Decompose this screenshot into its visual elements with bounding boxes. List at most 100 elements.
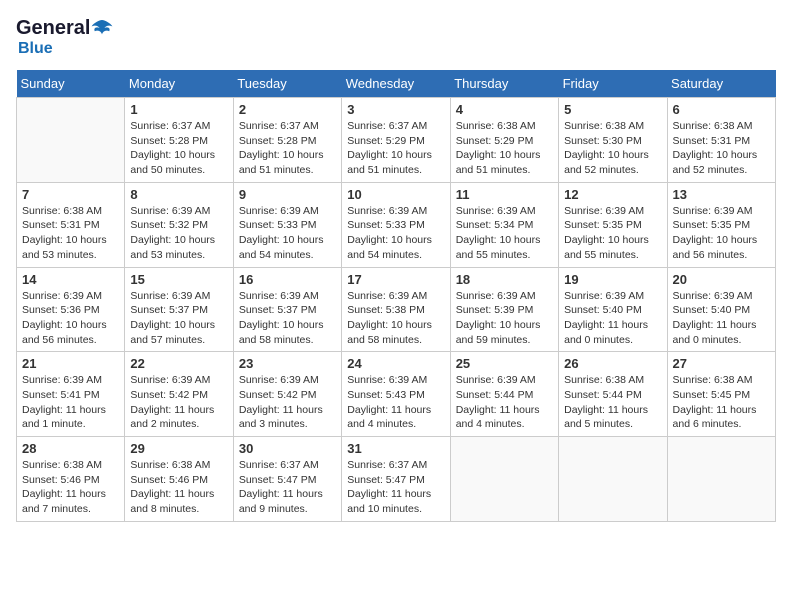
table-row bbox=[667, 437, 775, 522]
day-info: Sunrise: 6:37 AMSunset: 5:47 PMDaylight:… bbox=[347, 458, 444, 517]
table-row: 12 Sunrise: 6:39 AMSunset: 5:35 PMDayligh… bbox=[559, 182, 667, 267]
col-friday: Friday bbox=[559, 70, 667, 98]
day-info: Sunrise: 6:38 AMSunset: 5:46 PMDaylight:… bbox=[22, 458, 119, 517]
day-info: Sunrise: 6:38 AMSunset: 5:45 PMDaylight:… bbox=[673, 373, 770, 432]
day-number: 5 bbox=[564, 102, 661, 117]
table-row: 10 Sunrise: 6:39 AMSunset: 5:33 PMDayligh… bbox=[342, 182, 450, 267]
calendar-week-0: 1 Sunrise: 6:37 AMSunset: 5:28 PMDaylight… bbox=[17, 98, 776, 183]
table-row: 31 Sunrise: 6:37 AMSunset: 5:47 PMDayligh… bbox=[342, 437, 450, 522]
table-row: 7Sunrise: 6:38 AMSunset: 5:31 PMDaylight… bbox=[17, 182, 125, 267]
logo-general: General bbox=[16, 17, 90, 40]
calendar-week-3: 21 Sunrise: 6:39 AMSunset: 5:41 PMDayligh… bbox=[17, 352, 776, 437]
day-number: 4 bbox=[456, 102, 553, 117]
table-row: 20 Sunrise: 6:39 AMSunset: 5:40 PMDayligh… bbox=[667, 267, 775, 352]
day-number: 12 bbox=[564, 187, 661, 202]
table-row: 23 Sunrise: 6:39 AMSunset: 5:42 PMDayligh… bbox=[233, 352, 341, 437]
col-sunday: Sunday bbox=[17, 70, 125, 98]
col-wednesday: Wednesday bbox=[342, 70, 450, 98]
day-info: Sunrise: 6:39 AMSunset: 5:41 PMDaylight:… bbox=[22, 373, 119, 432]
logo-bird-icon bbox=[90, 16, 114, 40]
day-number: 31 bbox=[347, 441, 444, 456]
col-tuesday: Tuesday bbox=[233, 70, 341, 98]
day-info: Sunrise: 6:39 AMSunset: 5:32 PMDaylight:… bbox=[130, 204, 227, 263]
day-info: Sunrise: 6:39 AMSunset: 5:33 PMDaylight:… bbox=[347, 204, 444, 263]
table-row: 27 Sunrise: 6:38 AMSunset: 5:45 PMDayligh… bbox=[667, 352, 775, 437]
day-number: 1 bbox=[130, 102, 227, 117]
day-info: Sunrise: 6:37 AMSunset: 5:28 PMDaylight:… bbox=[130, 119, 227, 178]
day-info: Sunrise: 6:39 AMSunset: 5:33 PMDaylight:… bbox=[239, 204, 336, 263]
page-header: General Blue bbox=[16, 16, 776, 58]
day-number: 27 bbox=[673, 356, 770, 371]
table-row: 11 Sunrise: 6:39 AMSunset: 5:34 PMDayligh… bbox=[450, 182, 558, 267]
day-number: 7 bbox=[22, 187, 119, 202]
day-number: 17 bbox=[347, 272, 444, 287]
day-info: Sunrise: 6:38 AMSunset: 5:44 PMDaylight:… bbox=[564, 373, 661, 432]
day-number: 22 bbox=[130, 356, 227, 371]
table-row: 15 Sunrise: 6:39 AMSunset: 5:37 PMDayligh… bbox=[125, 267, 233, 352]
day-number: 19 bbox=[564, 272, 661, 287]
day-info: Sunrise: 6:39 AMSunset: 5:44 PMDaylight:… bbox=[456, 373, 553, 432]
table-row: 16 Sunrise: 6:39 AMSunset: 5:37 PMDayligh… bbox=[233, 267, 341, 352]
day-info: Sunrise: 6:37 AMSunset: 5:47 PMDaylight:… bbox=[239, 458, 336, 517]
day-info: Sunrise: 6:39 AMSunset: 5:40 PMDaylight:… bbox=[564, 289, 661, 348]
day-number: 29 bbox=[130, 441, 227, 456]
table-row: 26Sunrise: 6:38 AMSunset: 5:44 PMDayligh… bbox=[559, 352, 667, 437]
day-number: 10 bbox=[347, 187, 444, 202]
col-thursday: Thursday bbox=[450, 70, 558, 98]
calendar-week-2: 14 Sunrise: 6:39 AMSunset: 5:36 PMDayligh… bbox=[17, 267, 776, 352]
header-row: Sunday Monday Tuesday Wednesday Thursday… bbox=[17, 70, 776, 98]
table-row: 30 Sunrise: 6:37 AMSunset: 5:47 PMDayligh… bbox=[233, 437, 341, 522]
table-row bbox=[17, 98, 125, 183]
day-info: Sunrise: 6:39 AMSunset: 5:40 PMDaylight:… bbox=[673, 289, 770, 348]
logo-blue: Blue bbox=[18, 40, 53, 58]
day-info: Sunrise: 6:38 AMSunset: 5:46 PMDaylight:… bbox=[130, 458, 227, 517]
table-row: 21 Sunrise: 6:39 AMSunset: 5:41 PMDayligh… bbox=[17, 352, 125, 437]
col-monday: Monday bbox=[125, 70, 233, 98]
table-row: 3Sunrise: 6:37 AMSunset: 5:29 PMDaylight… bbox=[342, 98, 450, 183]
day-info: Sunrise: 6:39 AMSunset: 5:43 PMDaylight:… bbox=[347, 373, 444, 432]
table-row: 4Sunrise: 6:38 AMSunset: 5:29 PMDaylight… bbox=[450, 98, 558, 183]
day-info: Sunrise: 6:39 AMSunset: 5:35 PMDaylight:… bbox=[673, 204, 770, 263]
table-row: 24 Sunrise: 6:39 AMSunset: 5:43 PMDayligh… bbox=[342, 352, 450, 437]
day-number: 28 bbox=[22, 441, 119, 456]
day-number: 16 bbox=[239, 272, 336, 287]
day-number: 24 bbox=[347, 356, 444, 371]
table-row: 19 Sunrise: 6:39 AMSunset: 5:40 PMDayligh… bbox=[559, 267, 667, 352]
day-number: 20 bbox=[673, 272, 770, 287]
day-info: Sunrise: 6:39 AMSunset: 5:37 PMDaylight:… bbox=[130, 289, 227, 348]
table-row: 13 Sunrise: 6:39 AMSunset: 5:35 PMDayligh… bbox=[667, 182, 775, 267]
table-row: 18 Sunrise: 6:39 AMSunset: 5:39 PMDayligh… bbox=[450, 267, 558, 352]
table-row: 5 Sunrise: 6:38 AMSunset: 5:30 PMDaylight… bbox=[559, 98, 667, 183]
day-info: Sunrise: 6:39 AMSunset: 5:35 PMDaylight:… bbox=[564, 204, 661, 263]
calendar-table: Sunday Monday Tuesday Wednesday Thursday… bbox=[16, 70, 776, 522]
table-row: 8 Sunrise: 6:39 AMSunset: 5:32 PMDaylight… bbox=[125, 182, 233, 267]
day-number: 30 bbox=[239, 441, 336, 456]
day-number: 21 bbox=[22, 356, 119, 371]
day-info: Sunrise: 6:39 AMSunset: 5:36 PMDaylight:… bbox=[22, 289, 119, 348]
day-number: 18 bbox=[456, 272, 553, 287]
day-info: Sunrise: 6:39 AMSunset: 5:37 PMDaylight:… bbox=[239, 289, 336, 348]
day-info: Sunrise: 6:39 AMSunset: 5:34 PMDaylight:… bbox=[456, 204, 553, 263]
day-number: 13 bbox=[673, 187, 770, 202]
day-number: 25 bbox=[456, 356, 553, 371]
day-number: 15 bbox=[130, 272, 227, 287]
table-row: 25 Sunrise: 6:39 AMSunset: 5:44 PMDayligh… bbox=[450, 352, 558, 437]
table-row bbox=[450, 437, 558, 522]
day-number: 14 bbox=[22, 272, 119, 287]
day-number: 11 bbox=[456, 187, 553, 202]
day-number: 3 bbox=[347, 102, 444, 117]
calendar-week-1: 7Sunrise: 6:38 AMSunset: 5:31 PMDaylight… bbox=[17, 182, 776, 267]
day-info: Sunrise: 6:38 AMSunset: 5:30 PMDaylight:… bbox=[564, 119, 661, 178]
table-row: 17 Sunrise: 6:39 AMSunset: 5:38 PMDayligh… bbox=[342, 267, 450, 352]
table-row: 6Sunrise: 6:38 AMSunset: 5:31 PMDaylight… bbox=[667, 98, 775, 183]
table-row: 9 Sunrise: 6:39 AMSunset: 5:33 PMDaylight… bbox=[233, 182, 341, 267]
day-info: Sunrise: 6:39 AMSunset: 5:39 PMDaylight:… bbox=[456, 289, 553, 348]
day-info: Sunrise: 6:39 AMSunset: 5:38 PMDaylight:… bbox=[347, 289, 444, 348]
day-number: 9 bbox=[239, 187, 336, 202]
day-number: 23 bbox=[239, 356, 336, 371]
calendar-week-4: 28 Sunrise: 6:38 AMSunset: 5:46 PMDayligh… bbox=[17, 437, 776, 522]
day-info: Sunrise: 6:39 AMSunset: 5:42 PMDaylight:… bbox=[239, 373, 336, 432]
day-number: 8 bbox=[130, 187, 227, 202]
table-row: 29 Sunrise: 6:38 AMSunset: 5:46 PMDayligh… bbox=[125, 437, 233, 522]
day-info: Sunrise: 6:37 AMSunset: 5:28 PMDaylight:… bbox=[239, 119, 336, 178]
